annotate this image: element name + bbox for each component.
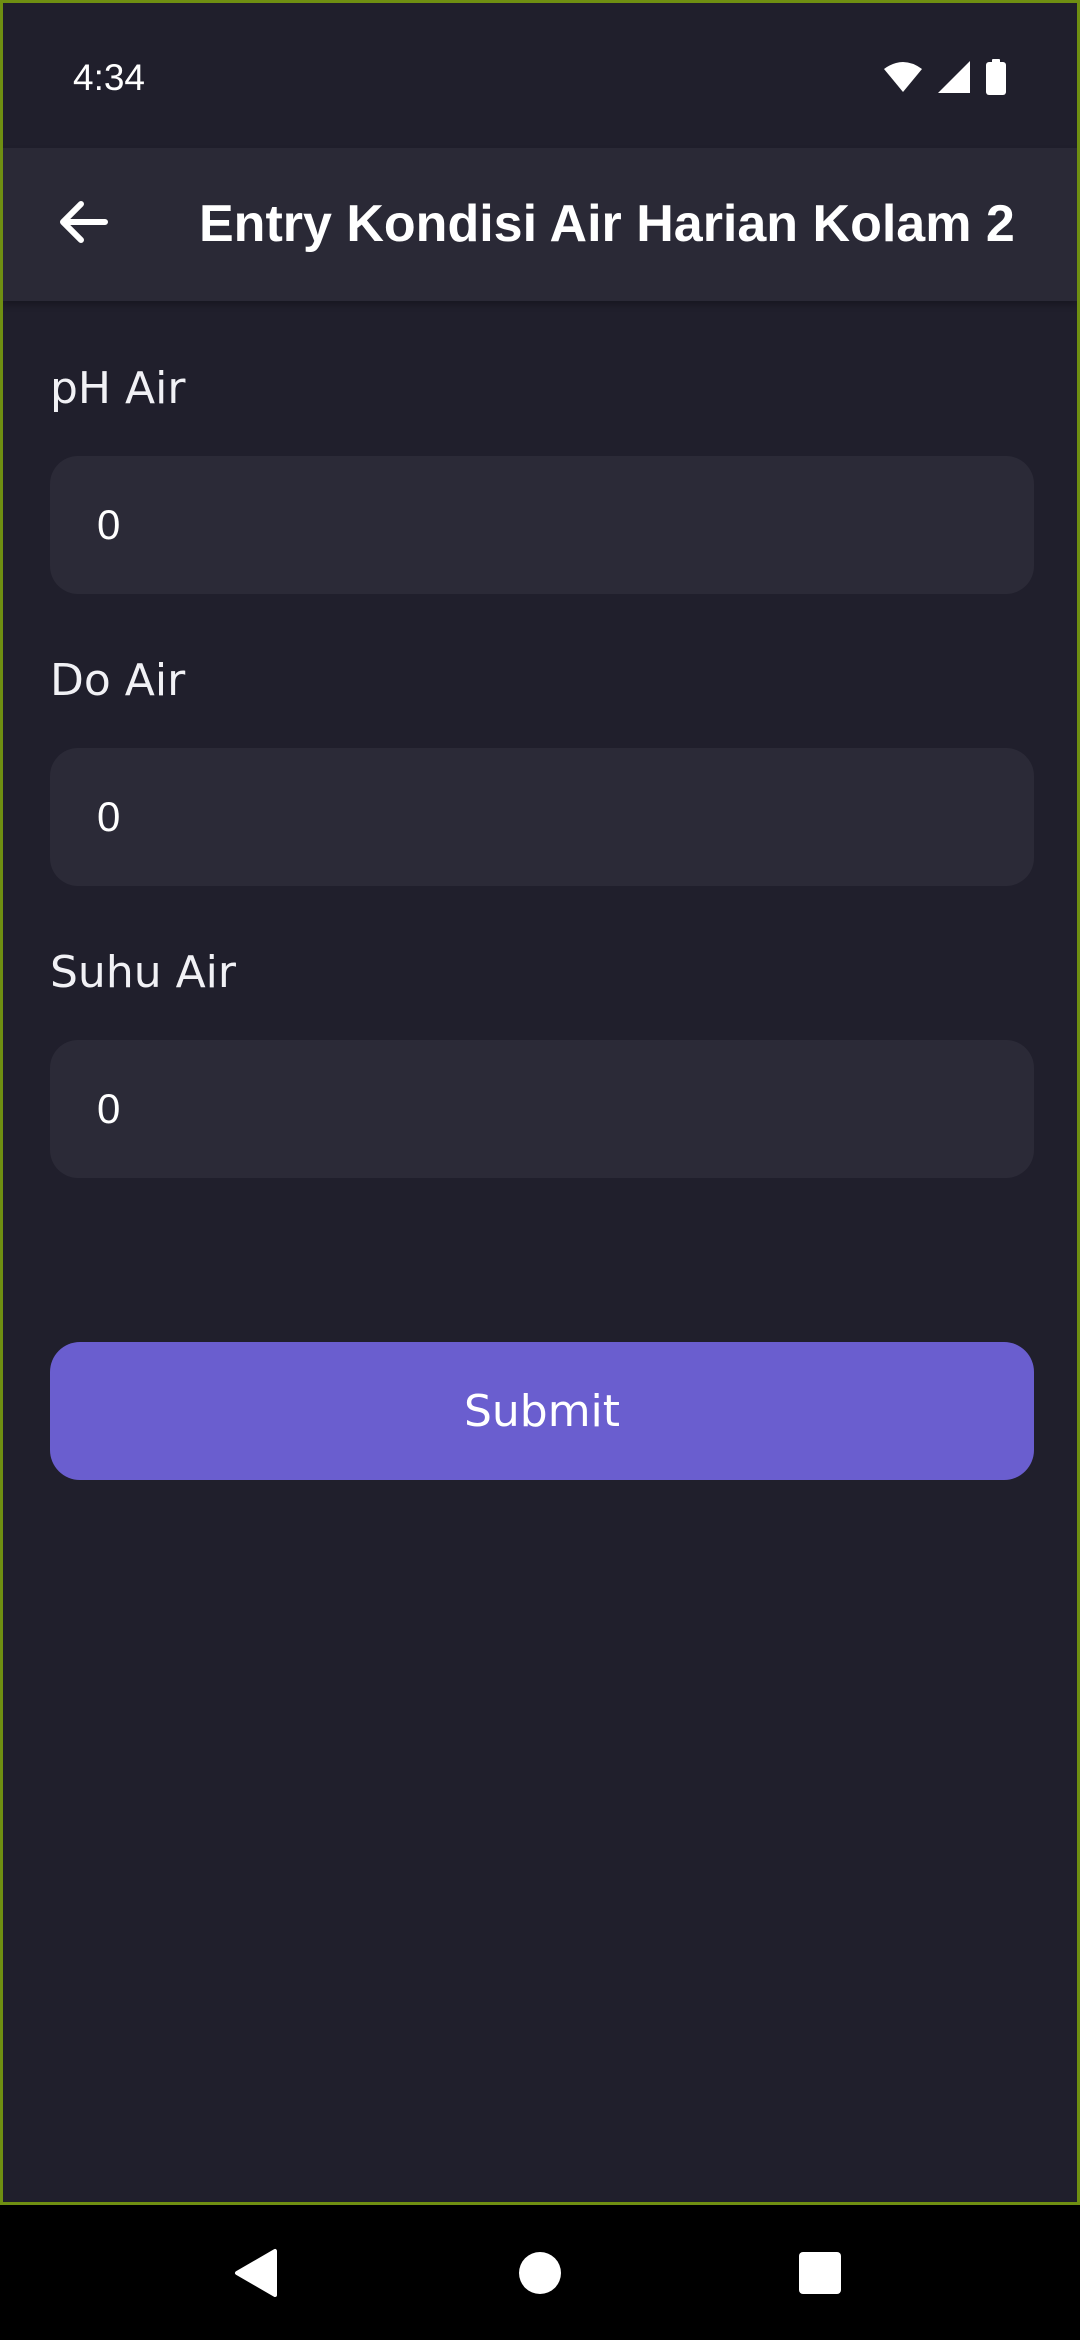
status-bar: 4:34	[3, 3, 1077, 148]
wifi-icon	[883, 61, 923, 98]
nav-recents-button[interactable]	[780, 2235, 860, 2315]
temperature-input[interactable]	[50, 1040, 1034, 1178]
ph-input[interactable]	[50, 456, 1034, 594]
home-circle-icon	[518, 2251, 562, 2300]
app-bar: Entry Kondisi Air Harian Kolam 2	[3, 148, 1077, 301]
arrow-left-icon	[57, 200, 109, 249]
status-icons	[883, 59, 1007, 100]
temperature-field-label: Suhu Air	[50, 947, 236, 998]
status-time: 4:34	[73, 57, 146, 98]
back-button[interactable]	[43, 184, 123, 264]
recents-square-icon	[798, 2251, 842, 2300]
page-title: Entry Kondisi Air Harian Kolam 2	[199, 195, 1015, 253]
do-input[interactable]	[50, 748, 1034, 886]
nav-back-button[interactable]	[216, 2235, 296, 2315]
ph-field-label: pH Air	[50, 363, 186, 414]
submit-button[interactable]: Submit	[50, 1342, 1034, 1480]
back-triangle-icon	[233, 2248, 279, 2303]
battery-icon	[985, 59, 1007, 100]
do-field-label: Do Air	[50, 655, 186, 706]
cellular-signal-icon	[937, 60, 971, 99]
app-screen: 4:34 Entry Kondisi Air Harian Kolam 2 pH…	[0, 0, 1080, 2205]
nav-home-button[interactable]	[500, 2235, 580, 2315]
system-navigation-bar	[0, 2205, 1080, 2340]
